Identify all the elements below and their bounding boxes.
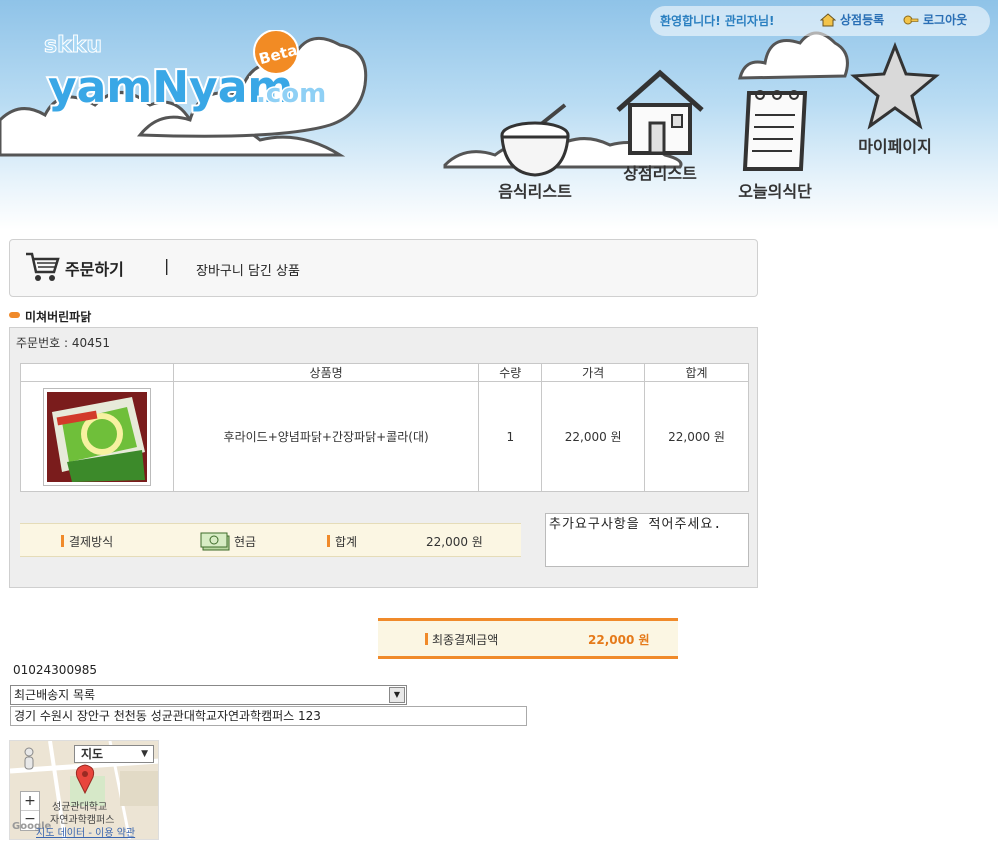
order-subtitle: 장바구니 담긴 상품: [196, 264, 300, 279]
home-icon: [820, 12, 836, 26]
logout-label: 로그아웃: [923, 13, 968, 27]
payment-total-value: 22,000 원: [426, 535, 483, 549]
nav-food-list-label: 음식리스트: [498, 182, 572, 201]
product-total: 22,000 원: [644, 381, 749, 492]
final-bullet: [425, 633, 428, 645]
nav-today-menu[interactable]: 오늘의식단: [725, 85, 825, 202]
nav-today-menu-label: 오늘의식단: [738, 182, 812, 201]
logo-domain-text: .com: [256, 79, 326, 109]
payment-method-value: 현금: [234, 535, 257, 549]
col-total: 합계: [644, 363, 749, 382]
product-name: 후라이드+양념파닭+간장파닭+콜라(대): [172, 381, 480, 492]
col-quantity: 수량: [478, 363, 543, 382]
site-header: 환영합니다! 관리자님! 상점등록 로그아웃 skku yamNyam .com…: [0, 0, 998, 230]
payment-method-bullet: [61, 535, 64, 547]
table-row: 후라이드+양념파닭+간장파닭+콜라(대) 1 22,000 원 22,000 원: [20, 381, 749, 492]
final-payment-box: 최종결제금액 22,000 원: [378, 618, 678, 659]
phone-number: 01024300985: [13, 663, 97, 677]
store-bullet: [9, 312, 20, 318]
recent-address-select[interactable]: 최근배송지 목록 ▼: [10, 685, 407, 705]
final-payment-label: 최종결제금액: [432, 633, 499, 647]
rice-bowl-icon: [500, 103, 570, 177]
final-payment-amount: 22,000 원: [588, 633, 650, 647]
key-icon: [903, 15, 919, 24]
additional-request-textarea[interactable]: 추가요구사항을 적어주세요.: [545, 513, 749, 567]
nav-food-list[interactable]: 음식리스트: [485, 95, 585, 202]
recent-address-select-value: 최근배송지 목록: [14, 688, 96, 702]
payment-total-label: 합계: [335, 535, 358, 549]
order-number: 주문번호 : 40451: [16, 336, 111, 350]
nav-store-list-label: 상점리스트: [623, 164, 697, 183]
product-quantity: 1: [478, 381, 543, 492]
col-product-name: 상품명: [172, 363, 480, 382]
col-image: [20, 363, 174, 382]
notepad-icon: [742, 90, 808, 171]
product-image-cell: [20, 381, 174, 492]
store-register-link[interactable]: 상점등록: [820, 11, 884, 28]
chevron-down-icon[interactable]: ▼: [389, 687, 405, 703]
order-title-bar: 주문하기 | 장바구니 담긴 상품: [9, 239, 758, 297]
zoom-in-icon[interactable]: +: [21, 792, 39, 811]
logout-link[interactable]: 로그아웃: [903, 11, 967, 28]
nav-my-page[interactable]: 마이페이지: [845, 41, 945, 157]
welcome-text: 환영합니다! 관리자님!: [660, 14, 775, 28]
table-header-row: 상품명 수량 가격 합계: [20, 363, 749, 382]
payment-method-label: 결제방식: [69, 535, 114, 549]
shopping-cart-icon: [26, 252, 60, 281]
product-price: 22,000 원: [541, 381, 646, 492]
pegman-icon[interactable]: [22, 747, 36, 775]
cart-table: 상품명 수량 가격 합계 후라이드+양념파닭+간장파닭+콜라(대) 1 22,0…: [20, 363, 749, 492]
map-widget[interactable]: 지도 ▼ + − 성균관대학교 자연과학캠퍼스 Google 지도 데이터 - …: [9, 740, 159, 840]
address-input[interactable]: 경기 수원시 장안구 천천동 성균관대학교자연과학캠퍼스 123: [10, 706, 527, 726]
chevron-down-icon: ▼: [141, 749, 148, 759]
house-icon: [616, 69, 704, 155]
payment-bar: 결제방식 현금 합계 22,000 원: [20, 523, 521, 557]
map-type-label: 지도: [81, 747, 104, 761]
nav-my-page-label: 마이페이지: [858, 137, 932, 156]
payment-total-bullet: [327, 535, 330, 547]
product-image[interactable]: [42, 387, 151, 486]
map-marker-icon[interactable]: [74, 763, 96, 795]
star-icon: [850, 41, 940, 130]
map-type-dropdown[interactable]: 지도 ▼: [74, 745, 154, 763]
nav-store-list[interactable]: 상점리스트: [605, 65, 715, 184]
title-separator: |: [164, 256, 170, 275]
map-footer-link[interactable]: 지도 데이터 - 이용 약관: [36, 824, 135, 839]
order-detail-box: 주문번호 : 40451 상품명 수량 가격 합계 후라이드+양념파닭+간장파닭…: [9, 327, 758, 588]
order-title: 주문하기: [65, 260, 124, 279]
store-name: 미쳐버린파닭: [25, 310, 92, 324]
store-register-label: 상점등록: [840, 13, 885, 27]
col-price: 가격: [541, 363, 646, 382]
cash-icon: [200, 532, 230, 551]
logo-top-text: skku: [44, 33, 102, 58]
site-logo[interactable]: skku yamNyam .com Beta: [38, 29, 328, 123]
